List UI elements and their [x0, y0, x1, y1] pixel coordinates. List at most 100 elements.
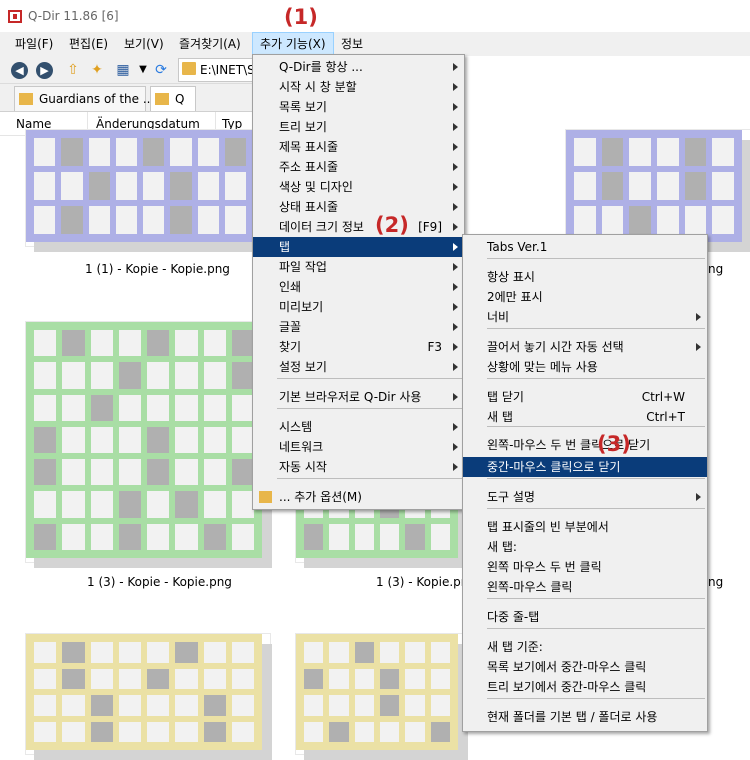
menu-item-label: 글꼴	[279, 320, 302, 334]
thumbnail-cell	[175, 695, 198, 716]
menu-item-label: 파일 작업	[279, 260, 327, 274]
file-caption[interactable]: ng	[708, 262, 723, 276]
thumbnail-cell	[175, 394, 198, 421]
tabs-submenu-item-10[interactable]: 도구 설명	[463, 487, 707, 507]
tabs-submenu-item-18[interactable]: 트리 보기에서 중간-마우스 클릭	[463, 677, 707, 697]
thumbnail-cell	[118, 491, 141, 518]
tabs-submenu-item-11[interactable]: 탭 표시줄의 빈 부분에서	[463, 517, 707, 537]
tabs-submenu-item-16[interactable]: 새 탭 기준:	[463, 637, 707, 657]
thumbnail-cell	[304, 523, 324, 550]
menu-separator	[277, 378, 462, 379]
thumbnail-cell	[224, 138, 246, 166]
menu-edit[interactable]: 편집(E)	[62, 32, 115, 56]
extras-menu-item-1[interactable]: 시작 시 창 분할	[253, 77, 464, 97]
extras-menu-item-7[interactable]: 상태 표시줄	[253, 197, 464, 217]
chevron-down-icon[interactable]: ▼	[134, 60, 152, 80]
thumbnail-cell	[34, 642, 57, 663]
menu-item-label: 자동 시작	[279, 460, 327, 474]
view-grid-icon[interactable]: ▦	[114, 60, 132, 80]
submenu-arrow-icon	[453, 303, 458, 311]
tab-guardians[interactable]: Guardians of the ...	[14, 86, 154, 111]
thumbnail-cell	[203, 362, 226, 389]
thumbnail-cell	[203, 523, 226, 550]
file-caption[interactable]: 1 (1) - Kopie - Kopie.png	[85, 262, 230, 276]
tabs-submenu-item-17[interactable]: 목록 보기에서 중간-마우스 클릭	[463, 657, 707, 677]
extras-menu-item-0[interactable]: Q-Dir를 항상 ...	[253, 57, 464, 77]
up-folder-icon[interactable]: ⇧	[64, 60, 82, 80]
forward-icon[interactable]: ▶	[36, 62, 53, 79]
tabs-submenu-item-3[interactable]: 너비	[463, 307, 707, 327]
menu-extras[interactable]: 추가 기능(X)	[252, 32, 334, 56]
tab-q[interactable]: Q	[150, 86, 196, 111]
extras-menu-item-8[interactable]: 데이터 크기 정보 [F9]	[253, 217, 464, 237]
menu-favorites[interactable]: 즐겨찾기(A)	[172, 32, 248, 56]
extras-menu-item-18[interactable]: 네트워크	[253, 437, 464, 457]
thumbnail-cell	[231, 491, 254, 518]
image-thumbnail[interactable]	[566, 130, 750, 252]
thumbnail-cell	[231, 721, 254, 742]
back-icon[interactable]: ◀	[11, 62, 28, 79]
thumbnail-cell	[380, 642, 400, 663]
tabs-submenu-item-2[interactable]: 2에만 표시	[463, 287, 707, 307]
extras-menu-item-11[interactable]: 인쇄	[253, 277, 464, 297]
tabs-submenu-item-1[interactable]: 항상 표시	[463, 267, 707, 287]
tabs-submenu-item-8[interactable]: 왼쪽-마우스 두 번 클릭으로 닫기	[463, 435, 707, 455]
tabs-submenu-item-14[interactable]: 왼쪽-마우스 클릭	[463, 577, 707, 597]
tabs-submenu-item-0[interactable]: Tabs Ver.1	[463, 237, 707, 257]
extras-menu-item-9[interactable]: 탭	[253, 237, 464, 257]
thumbnail-cell	[118, 330, 141, 357]
tabs-submenu-item-5[interactable]: 상황에 맞는 메뉴 사용	[463, 357, 707, 377]
extras-menu-item-6[interactable]: 색상 및 디자인	[253, 177, 464, 197]
thumbnail-cell	[170, 206, 192, 234]
tab-strip: Guardians of the ... Q	[0, 84, 252, 112]
menu-item-label: 미리보기	[279, 300, 324, 314]
tabs-submenu-item-13[interactable]: 왼쪽 마우스 두 번 클릭	[463, 557, 707, 577]
new-folder-icon[interactable]: ✦	[88, 60, 106, 80]
thumbnail-cell	[147, 459, 170, 486]
image-thumbnail[interactable]	[26, 634, 272, 760]
tabs-submenu-item-7[interactable]: 새 탭 Ctrl+T	[463, 407, 707, 427]
tabs-submenu-item-19[interactable]: 현재 폴더를 기본 탭 / 폴더로 사용	[463, 707, 707, 727]
thumbnail-cell	[90, 642, 113, 663]
file-caption[interactable]: 1 (3) - Kopie - Kopie.png	[87, 575, 232, 589]
thumbnail-cell	[62, 668, 85, 689]
extras-menu-item-17[interactable]: 시스템	[253, 417, 464, 437]
extras-menu-item-19[interactable]: 자동 시작	[253, 457, 464, 477]
thumbnail-cell	[118, 523, 141, 550]
submenu-arrow-icon	[453, 263, 458, 271]
image-thumbnail[interactable]	[296, 634, 468, 760]
extras-menu-item-20[interactable]: ... 추가 옵션(M)	[253, 487, 464, 507]
extras-menu-item-10[interactable]: 파일 작업	[253, 257, 464, 277]
thumbnail-cell	[115, 138, 137, 166]
extras-menu-item-4[interactable]: 제목 표시줄	[253, 137, 464, 157]
menu-file[interactable]: 파일(F)	[8, 32, 60, 56]
menu-separator	[487, 258, 705, 259]
extras-menu-item-12[interactable]: 미리보기	[253, 297, 464, 317]
extras-menu-item-13[interactable]: 글꼴	[253, 317, 464, 337]
image-thumbnail[interactable]	[26, 322, 272, 568]
extras-menu-item-3[interactable]: 트리 보기	[253, 117, 464, 137]
submenu-arrow-icon	[453, 283, 458, 291]
extras-menu-item-16[interactable]: 기본 브라우저로 Q-Dir 사용	[253, 387, 464, 407]
extras-menu-item-5[interactable]: 주소 표시줄	[253, 157, 464, 177]
refresh-icon[interactable]: ⟳	[152, 60, 170, 80]
tabs-submenu-item-12[interactable]: 새 탭:	[463, 537, 707, 557]
tabs-submenu-item-15[interactable]: 다중 줄-탭	[463, 607, 707, 627]
extras-menu-item-15[interactable]: 설정 보기	[253, 357, 464, 377]
menu-info[interactable]: 정보	[334, 32, 370, 56]
tabs-submenu-item-4[interactable]: 끌어서 놓기 시간 자동 선택	[463, 337, 707, 357]
extras-menu-item-14[interactable]: 찾기 F3	[253, 337, 464, 357]
file-caption[interactable]: ng	[708, 575, 723, 589]
extras-menu-item-2[interactable]: 목록 보기	[253, 97, 464, 117]
thumbnail-cell	[656, 172, 679, 200]
submenu-arrow-icon	[453, 103, 458, 111]
image-thumbnail[interactable]	[26, 130, 264, 252]
thumbnail-cell	[62, 491, 85, 518]
file-caption[interactable]: 1 (3) - Kopie.png	[376, 575, 476, 589]
thumbnail-cell	[203, 330, 226, 357]
thumbnail-cell	[88, 138, 110, 166]
tabs-submenu-item-6[interactable]: 탭 닫기 Ctrl+W	[463, 387, 707, 407]
menu-view[interactable]: 보기(V)	[117, 32, 171, 56]
tabs-submenu-item-9[interactable]: 중간-마우스 클릭으로 닫기	[463, 457, 707, 477]
menu-separator	[277, 478, 462, 479]
